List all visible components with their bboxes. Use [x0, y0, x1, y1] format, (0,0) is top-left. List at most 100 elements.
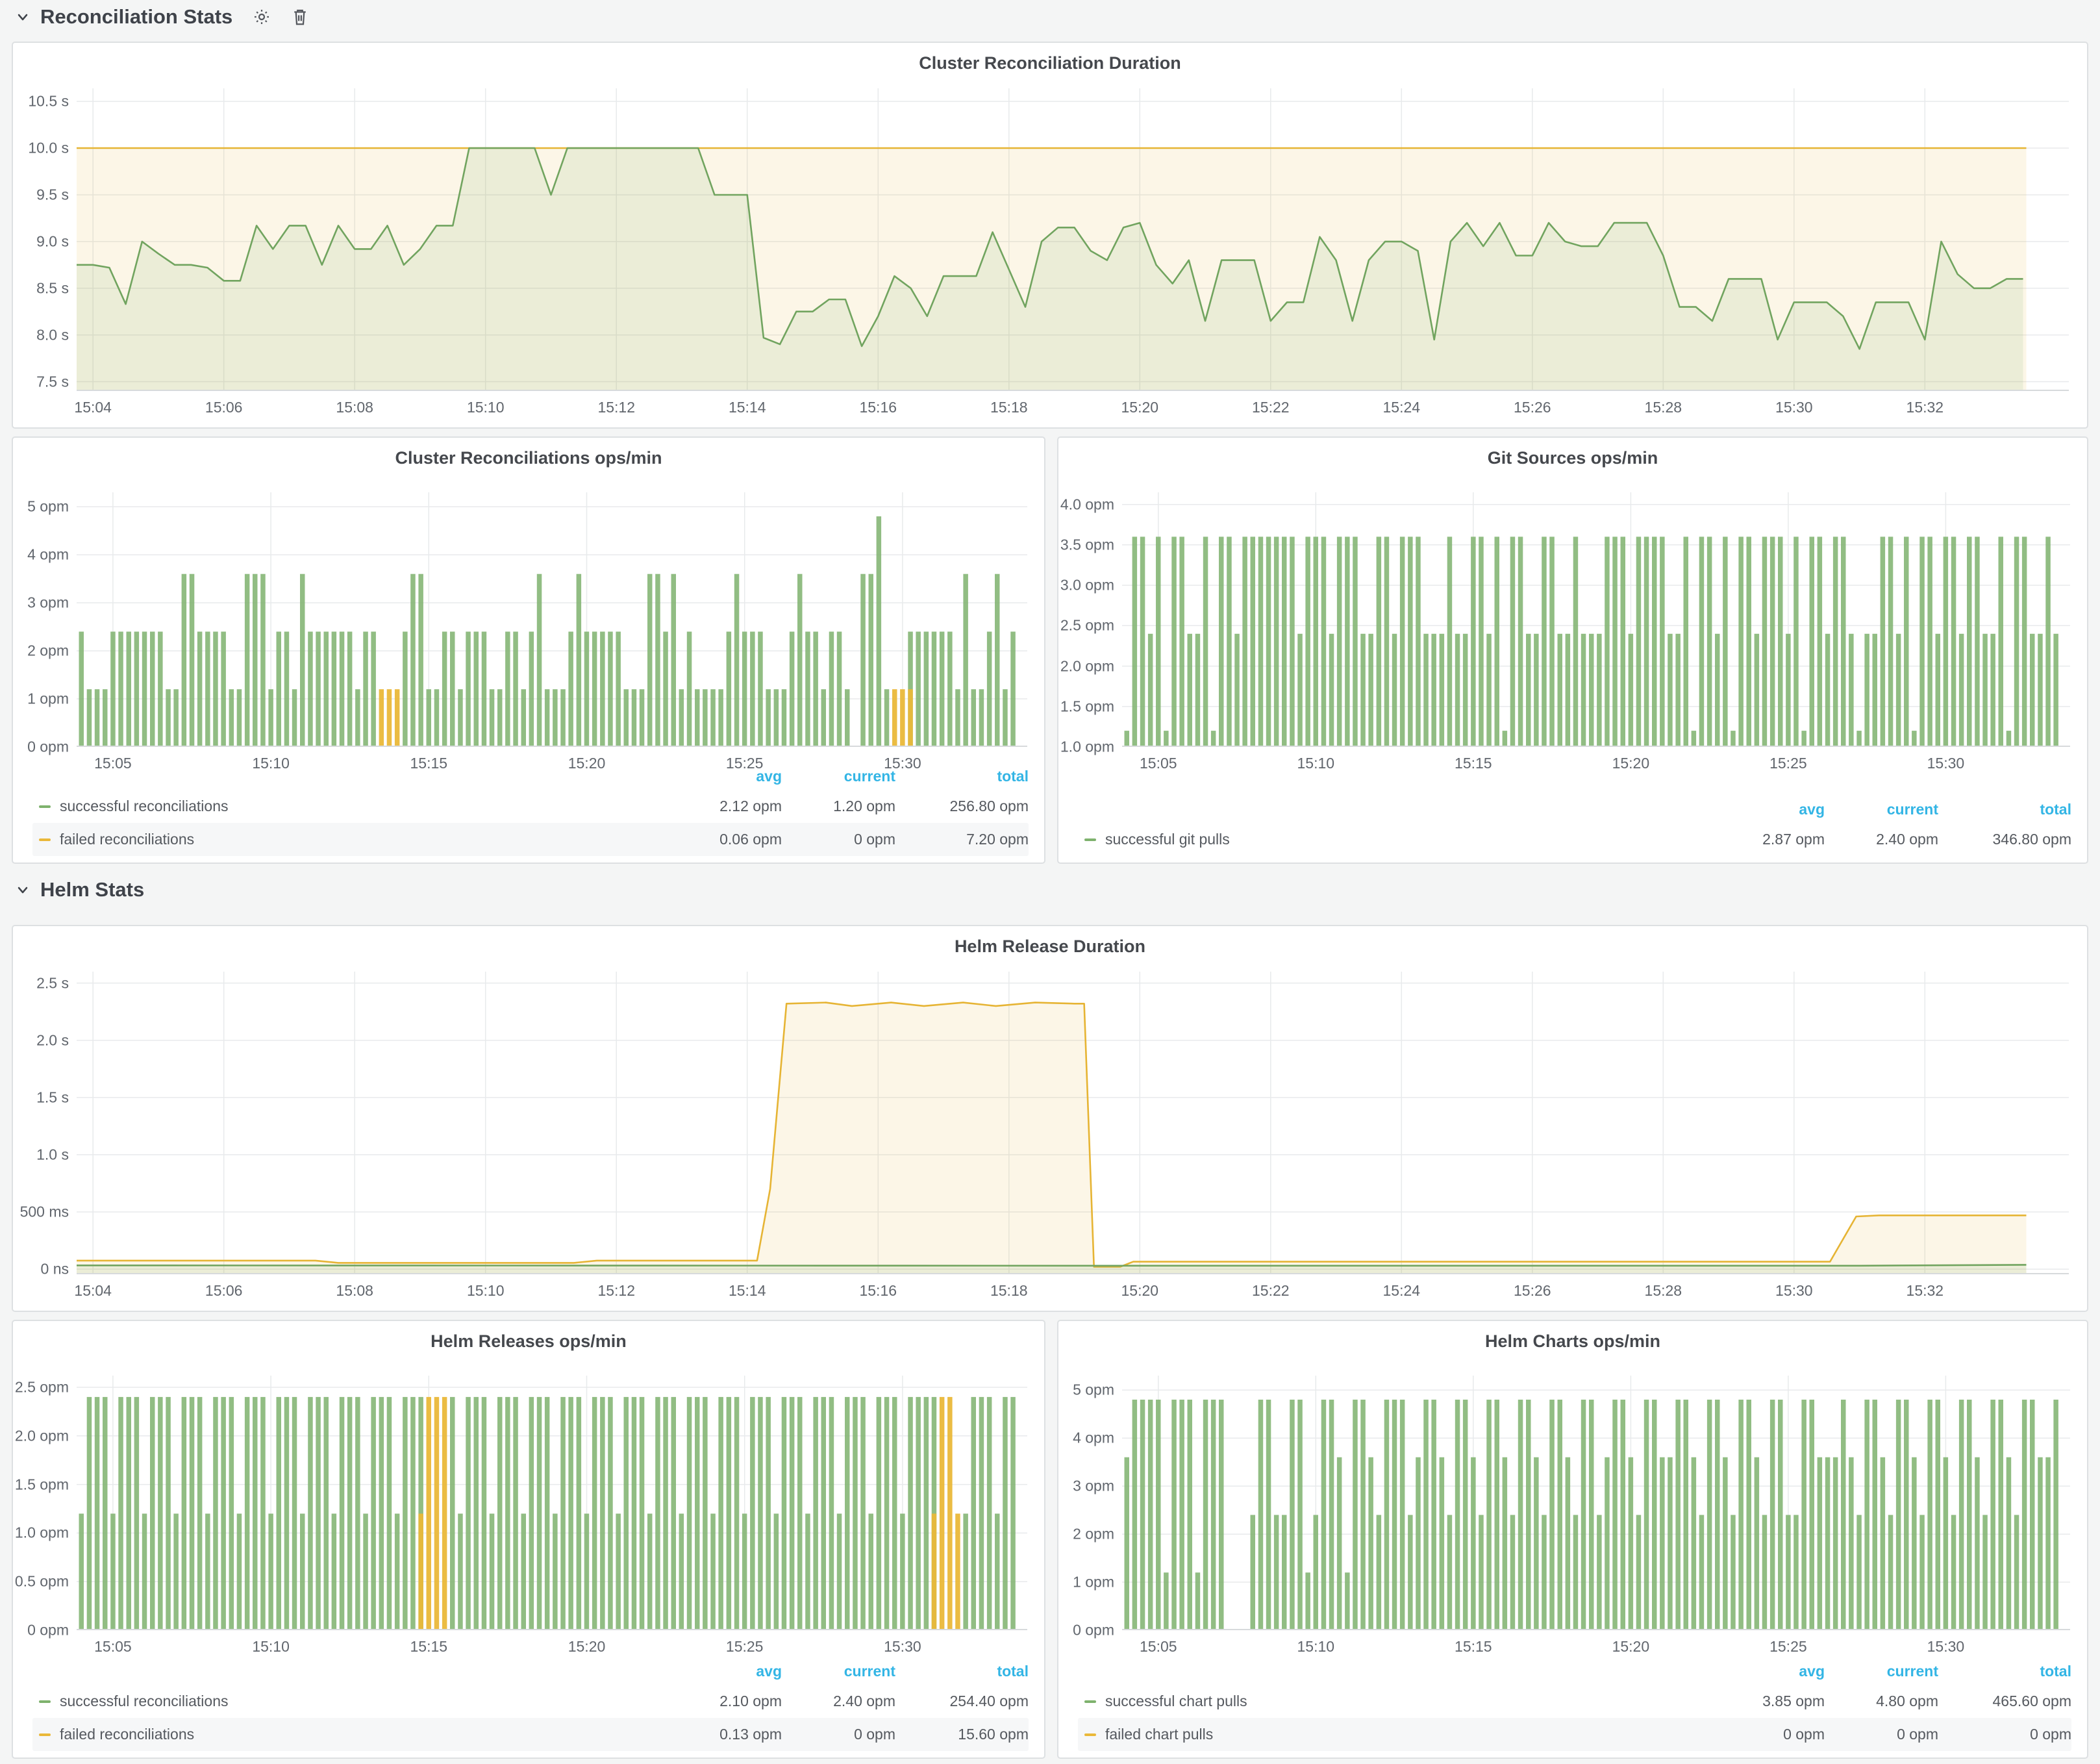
- y-axis-tick-label: 10.0 s: [28, 140, 69, 157]
- legend-label-cell: failed reconciliations: [32, 831, 668, 848]
- panel-cluster-reconciliations-opm: Cluster Reconciliations ops/min avgcurre…: [12, 436, 1045, 864]
- legend-series-label[interactable]: successful git pulls: [1105, 831, 1230, 848]
- legend-label-cell: successful chart pulls: [1078, 1693, 1711, 1710]
- panel-cluster-reconciliation-duration: Cluster Reconciliation Duration 7.5 s8.0…: [12, 42, 2088, 429]
- y-axis-tick-label: 5 opm: [1073, 1381, 1114, 1399]
- bar-chart-plot[interactable]: [77, 1376, 1027, 1630]
- legend-header-row: avgcurrenttotal: [1078, 1657, 2071, 1685]
- x-axis-tick-label: 15:10: [1297, 755, 1335, 772]
- legend-column-avg[interactable]: avg: [668, 1663, 782, 1680]
- panel-helm-releases-opm: Helm Releases ops/min avgcurrenttotal suc…: [12, 1320, 1045, 1759]
- legend-value: 4.80 opm: [1825, 1693, 1938, 1710]
- panel-title[interactable]: Cluster Reconciliation Duration: [13, 53, 2087, 73]
- x-axis-tick-label: 15:16: [859, 399, 897, 416]
- y-axis-tick-label: 1.0 s: [36, 1146, 69, 1163]
- legend-table: avgcurrenttotal successful reconciliation…: [32, 1657, 1029, 1751]
- trash-icon[interactable]: [291, 7, 309, 27]
- section-header-helm-stats[interactable]: Helm Stats: [16, 878, 144, 901]
- x-axis-tick-label: 15:15: [410, 755, 448, 772]
- legend-value: 465.60 opm: [1938, 1693, 2071, 1710]
- time-series-plot[interactable]: [77, 972, 2069, 1274]
- legend-label-cell: successful reconciliations: [32, 798, 668, 815]
- y-axis-tick-label: 5 opm: [27, 498, 69, 516]
- panel-helm-charts-opm: Helm Charts ops/min avgcurrenttotalsucce…: [1057, 1320, 2088, 1759]
- time-series-plot[interactable]: [77, 88, 2069, 391]
- legend-column-current[interactable]: current: [782, 768, 895, 785]
- bar-chart-plot[interactable]: [1122, 1376, 2070, 1630]
- y-axis-tick-label: 2 opm: [1073, 1526, 1114, 1543]
- legend-header-row: avgcurrenttotal: [32, 1657, 1029, 1685]
- x-axis-tick-label: 15:24: [1383, 399, 1421, 416]
- legend-column-avg[interactable]: avg: [1711, 801, 1825, 818]
- section-header-reconciliation-stats[interactable]: Reconciliation Stats: [16, 5, 309, 29]
- legend-value: 0.13 opm: [668, 1726, 782, 1743]
- panel-title[interactable]: Helm Charts ops/min: [1058, 1331, 2087, 1352]
- legend-column-current[interactable]: current: [782, 1663, 895, 1680]
- legend-column-avg[interactable]: avg: [668, 768, 782, 785]
- x-axis-tick-label: 15:16: [859, 1282, 897, 1300]
- y-axis-tick-label: 9.0 s: [36, 233, 69, 250]
- legend-column-total[interactable]: total: [895, 1663, 1029, 1680]
- legend-value: 0 opm: [1825, 1726, 1938, 1743]
- legend-series-label[interactable]: successful chart pulls: [1105, 1693, 1247, 1710]
- series-color-dash: [1084, 1700, 1096, 1703]
- y-axis-tick-label: 1 opm: [1073, 1574, 1114, 1591]
- x-axis-tick-label: 15:18: [990, 399, 1028, 416]
- legend-series-label[interactable]: successful reconciliations: [60, 1693, 229, 1710]
- x-axis-tick-label: 15:30: [1775, 1282, 1813, 1300]
- y-axis-tick-label: 1.5 opm: [1060, 698, 1114, 715]
- legend-value: 254.40 opm: [895, 1693, 1029, 1710]
- panel-title[interactable]: Cluster Reconciliations ops/min: [13, 448, 1044, 468]
- legend-series-label[interactable]: failed chart pulls: [1105, 1726, 1213, 1743]
- y-axis-tick-label: 1.5 s: [36, 1089, 69, 1106]
- y-axis-tick-label: 2.5 opm: [1060, 617, 1114, 635]
- y-axis-tick-label: 1.0 opm: [1060, 738, 1114, 756]
- x-axis-tick-label: 15:30: [1775, 399, 1813, 416]
- y-axis-tick-label: 0 opm: [1073, 1622, 1114, 1639]
- x-axis-tick-label: 15:14: [729, 1282, 766, 1300]
- legend-value: 2.40 opm: [1825, 831, 1938, 848]
- x-axis-tick-label: 15:10: [1297, 1638, 1335, 1656]
- x-axis-tick-label: 15:08: [336, 1282, 373, 1300]
- x-axis-tick-label: 15:10: [252, 755, 290, 772]
- y-axis-tick-label: 2.5 s: [36, 974, 69, 992]
- panel-git-sources-opm: Git Sources ops/min avgcurrenttotal succe…: [1057, 436, 2088, 864]
- legend-column-avg[interactable]: avg: [1711, 1663, 1825, 1680]
- legend-row: successful chart pulls3.85 opm4.80 opm46…: [1078, 1685, 2071, 1718]
- series-color-dash: [1084, 1733, 1096, 1736]
- bar-chart-plot[interactable]: [77, 492, 1027, 747]
- gear-icon[interactable]: [252, 7, 271, 27]
- y-axis-tick-label: 1.0 opm: [15, 1524, 69, 1542]
- legend-row: failed reconciliations0.13 opm0 opm15.60…: [32, 1718, 1029, 1751]
- legend-column-total[interactable]: total: [1938, 1663, 2071, 1680]
- x-axis-tick-label: 15:32: [1906, 399, 1944, 416]
- y-axis-tick-label: 7.5 s: [36, 373, 69, 390]
- x-axis-tick-label: 15:25: [726, 1638, 764, 1656]
- series-color-dash: [39, 838, 51, 841]
- x-axis-tick-label: 15:30: [884, 755, 921, 772]
- x-axis-tick-label: 15:22: [1252, 1282, 1290, 1300]
- x-axis-tick-label: 15:15: [1455, 1638, 1492, 1656]
- y-axis-tick-label: 4.0 opm: [1060, 496, 1114, 513]
- legend-label-cell: successful reconciliations: [32, 1693, 668, 1710]
- legend-column-total[interactable]: total: [1938, 801, 2071, 818]
- legend-series-label[interactable]: failed reconciliations: [60, 831, 194, 848]
- y-axis-tick-label: 2 opm: [27, 642, 69, 660]
- grafana-dashboard: { "colors":{ "green":"#7EB26D", "yellow"…: [0, 0, 2100, 1764]
- x-axis-tick-label: 15:30: [1927, 1638, 1965, 1656]
- legend-value: 7.20 opm: [895, 831, 1029, 848]
- x-axis-tick-label: 15:10: [467, 399, 505, 416]
- panel-title[interactable]: Git Sources ops/min: [1058, 448, 2087, 468]
- legend-column-current[interactable]: current: [1825, 801, 1938, 818]
- y-axis-tick-label: 8.5 s: [36, 279, 69, 297]
- x-axis-tick-label: 15:18: [990, 1282, 1028, 1300]
- legend-series-label[interactable]: successful reconciliations: [60, 798, 229, 815]
- x-axis-tick-label: 15:04: [74, 1282, 112, 1300]
- legend-series-label[interactable]: failed reconciliations: [60, 1726, 194, 1743]
- panel-title[interactable]: Helm Release Duration: [13, 937, 2087, 957]
- panel-title[interactable]: Helm Releases ops/min: [13, 1331, 1044, 1352]
- bar-chart-plot[interactable]: [1122, 492, 2070, 747]
- x-axis-tick-label: 15:22: [1252, 399, 1290, 416]
- x-axis-tick-label: 15:32: [1906, 1282, 1944, 1300]
- legend-column-current[interactable]: current: [1825, 1663, 1938, 1680]
